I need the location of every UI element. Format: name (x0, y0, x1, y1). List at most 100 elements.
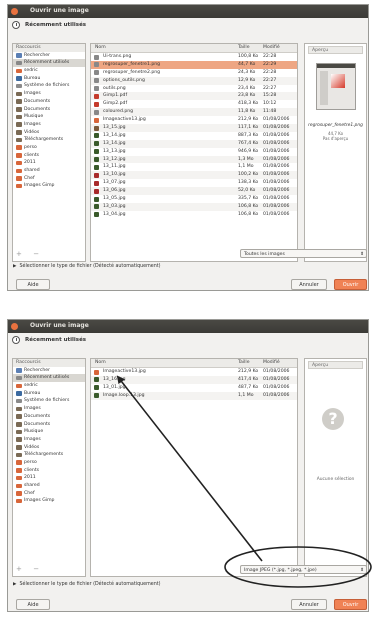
file-row[interactable]: 13_14.jpg 887,3 Ko 01/08/2006 (91, 132, 297, 140)
file-row[interactable]: 13_03.jpg 106,8 Ko 01/08/2006 (91, 202, 297, 211)
filetype-expander[interactable]: ▶ Sélectionner le type de fichier (Détect… (13, 264, 161, 269)
sidebar-item[interactable]: perso (13, 144, 85, 152)
sidebar-item[interactable]: Chef (13, 490, 85, 498)
file-row[interactable]: Gimp2.pdf 418,3 Ko 10:12 (91, 100, 297, 108)
file-thumbnail-icon (94, 196, 99, 202)
file-thumbnail-icon (94, 204, 99, 210)
file-row[interactable]: 13_14.jpg 767,4 Ko 01/08/2006 (91, 139, 297, 148)
help-button[interactable]: Aide (16, 279, 50, 290)
column-modified[interactable]: Modifié (263, 359, 280, 367)
file-row[interactable]: 13_06.jpg 52,0 Ko 01/08/2006 (91, 187, 297, 196)
sidebar-item[interactable]: Documents (13, 413, 85, 421)
file-name: 13_07.jpg (103, 180, 126, 186)
sidebar-item[interactable]: Vidéos (13, 444, 85, 452)
file-thumbnail-icon (94, 70, 99, 76)
folder-icon (16, 468, 22, 473)
remove-bookmark-button[interactable]: − (33, 250, 43, 258)
file-row[interactable]: regrosuper_fenetre2.png 24,3 Ko 22:28 (91, 69, 297, 77)
sidebar-item[interactable]: Téléchargements (13, 136, 85, 144)
sidebar-item[interactable]: Documents (13, 106, 85, 114)
file-row[interactable]: coloured.png 11,8 Ko 11:48 (91, 108, 297, 117)
sidebar-item[interactable]: clients (13, 152, 85, 160)
sidebar-item[interactable]: shared (13, 482, 85, 490)
sidebar-item[interactable]: Système de fichiers (13, 397, 85, 405)
cancel-button[interactable]: Annuler (291, 599, 327, 610)
file-row[interactable]: 13_12.jpg 1,3 Mo 01/08/2006 (91, 155, 297, 164)
sidebar-item[interactable]: 2011 (13, 474, 85, 482)
column-modified[interactable]: Modifié (263, 44, 280, 52)
select-arrow-icon: ⬍ (360, 252, 364, 257)
file-filter-select[interactable]: Image JPEG (*.jpg, *.jpeg, *.jpe) ⬍ (240, 565, 367, 574)
close-button[interactable] (11, 8, 18, 15)
file-row[interactable]: 13_13.jpg 946,9 Ko 01/08/2006 (91, 148, 297, 156)
title-bar[interactable]: Ouvrir une image (8, 5, 368, 18)
file-row[interactable]: outils.png 23,4 Ko 22:27 (91, 85, 297, 93)
file-filter-select[interactable]: Toutes les images ⬍ (240, 249, 367, 258)
column-size[interactable]: Taille (238, 359, 250, 367)
sidebar-item[interactable]: Système de fichiers (13, 82, 85, 90)
file-row[interactable]: 13_10.jpg 100,2 Ko 01/08/2006 (91, 171, 297, 180)
sidebar-item[interactable]: Bureau (13, 390, 85, 398)
sidebar-item-label: Vidéos (24, 129, 40, 135)
bookmark-buttons: + − (16, 565, 50, 573)
help-button[interactable]: Aide (16, 599, 50, 610)
sidebar-item[interactable]: Documents (13, 421, 85, 429)
file-row[interactable]: 13_15.jpg 117,1 Ko 01/08/2006 (91, 124, 297, 132)
sidebar-item[interactable]: Images (13, 436, 85, 444)
sidebar-item[interactable]: sedric (13, 67, 85, 75)
file-row[interactable]: Imageactive13.jpg 212,9 Ko 01/08/2006 (91, 116, 297, 124)
file-row[interactable]: Imageactive13.jpg 212,9 Ko 01/08/2006 (91, 368, 297, 376)
sidebar-item[interactable]: Chef (13, 175, 85, 183)
sidebar-item[interactable]: sedric (13, 382, 85, 390)
column-name[interactable]: Nom (95, 44, 106, 52)
sidebar-item[interactable]: Bureau (13, 75, 85, 83)
sidebar-item[interactable]: Images Gimp (13, 497, 85, 505)
sidebar-item-label: Images (24, 121, 41, 127)
open-button[interactable]: Ouvrir (334, 599, 367, 610)
filetype-expander[interactable]: ▶ Sélectionner le type de fichier (Détect… (13, 582, 161, 587)
file-row[interactable]: 13_11.jpg 1,1 Mo 01/08/2006 (91, 163, 297, 171)
file-row[interactable]: regrosuper_fenetre1.png 44,7 Ko 22:29 (91, 60, 297, 69)
folder-icon (16, 153, 22, 158)
column-name[interactable]: Nom (95, 359, 106, 367)
file-row[interactable]: Gimp1.pdf 23,8 Ko 15:28 (91, 92, 297, 101)
remove-bookmark-button[interactable]: − (33, 565, 43, 573)
sidebar-item[interactable]: Récemment utilisés (13, 374, 85, 383)
close-button[interactable] (11, 323, 18, 330)
file-row[interactable]: 13_01.jpg 487,7 Ko 01/08/2006 (91, 384, 297, 392)
sidebar-item[interactable]: perso (13, 459, 85, 467)
file-row[interactable]: 13_04.jpg 106,8 Ko 01/08/2006 (91, 211, 297, 219)
file-row[interactable]: 13_05.jpg 335,7 Ko 01/08/2006 (91, 195, 297, 203)
sidebar-item[interactable]: Récemment utilisés (13, 59, 85, 68)
file-row[interactable]: 13_07.jpg 138,3 Ko 01/08/2006 (91, 179, 297, 187)
sidebar-item[interactable]: clients (13, 467, 85, 475)
file-row[interactable]: Image.loop.13.jpg 1,1 Mo 01/08/2006 (91, 391, 297, 400)
file-row[interactable]: options_outils.png 12,9 Ko 22:27 (91, 76, 297, 85)
add-bookmark-button[interactable]: + (16, 250, 26, 258)
sidebar-item[interactable]: Documents (13, 98, 85, 106)
file-row[interactable]: Ui-trans.png 100,8 Ko 22:28 (91, 53, 297, 61)
file-size: 212,9 Ko (238, 117, 259, 123)
file-row[interactable]: 13_16.jpg 417,4 Ko 01/08/2006 (91, 375, 297, 384)
sidebar-item[interactable]: Images (13, 405, 85, 413)
sidebar-item[interactable]: 2011 (13, 159, 85, 167)
open-button[interactable]: Ouvrir (334, 279, 367, 290)
sidebar-item[interactable]: Téléchargements (13, 451, 85, 459)
file-date: 01/08/2006 (263, 125, 290, 131)
clock-icon (12, 336, 20, 344)
title-bar[interactable]: Ouvrir une image (8, 320, 368, 333)
column-size[interactable]: Taille (238, 44, 250, 52)
sidebar-item[interactable]: Rechercher (13, 367, 85, 375)
sidebar-item[interactable]: Musique (13, 428, 85, 436)
preview-pane: Aperçu ? Aucune sélection (304, 358, 367, 577)
sidebar-item[interactable]: Musique (13, 113, 85, 121)
add-bookmark-button[interactable]: + (16, 565, 26, 573)
sidebar-item[interactable]: Images Gimp (13, 182, 85, 190)
sidebar-item-label: Rechercher (24, 52, 51, 58)
sidebar-item[interactable]: shared (13, 167, 85, 175)
sidebar-item[interactable]: Images (13, 90, 85, 98)
sidebar-item[interactable]: Rechercher (13, 52, 85, 60)
sidebar-item[interactable]: Vidéos (13, 129, 85, 137)
sidebar-item[interactable]: Images (13, 121, 85, 129)
cancel-button[interactable]: Annuler (291, 279, 327, 290)
